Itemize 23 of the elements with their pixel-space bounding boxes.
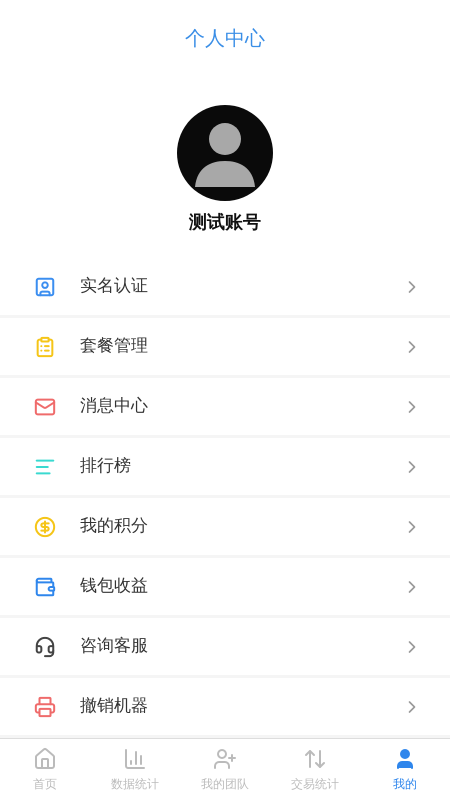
- bar-chart-icon: [123, 746, 147, 771]
- menu-row[interactable]: 我的积分: [0, 498, 450, 558]
- menu-row[interactable]: 咨询客服: [0, 618, 450, 678]
- page-title: 个人中心: [185, 24, 265, 52]
- menu-label: 钱包收益: [80, 575, 149, 598]
- menu-label: 咨询客服: [80, 635, 149, 658]
- menu-row[interactable]: 排行榜: [0, 438, 450, 498]
- menu-label: 撤销机器: [80, 695, 149, 718]
- menu-label: 实名认证: [80, 275, 149, 298]
- account-name: 测试账号: [189, 211, 261, 236]
- menu-label: 套餐管理: [80, 335, 149, 358]
- menu-row[interactable]: 消息中心: [0, 378, 450, 438]
- avatar-icon: [177, 105, 273, 202]
- home-icon: [33, 746, 57, 771]
- menu-row[interactable]: 撤销机器: [0, 678, 450, 738]
- menu-label: 消息中心: [80, 395, 149, 418]
- tab-item[interactable]: 我的: [360, 739, 450, 800]
- menu-label: 我的积分: [80, 515, 149, 538]
- menu-row[interactable]: 套餐管理: [0, 318, 450, 378]
- add-user-icon: [213, 746, 237, 771]
- menu-row[interactable]: 钱包收益: [0, 558, 450, 618]
- menu-row[interactable]: 实名认证: [0, 258, 450, 318]
- menu-label: 排行榜: [80, 455, 132, 478]
